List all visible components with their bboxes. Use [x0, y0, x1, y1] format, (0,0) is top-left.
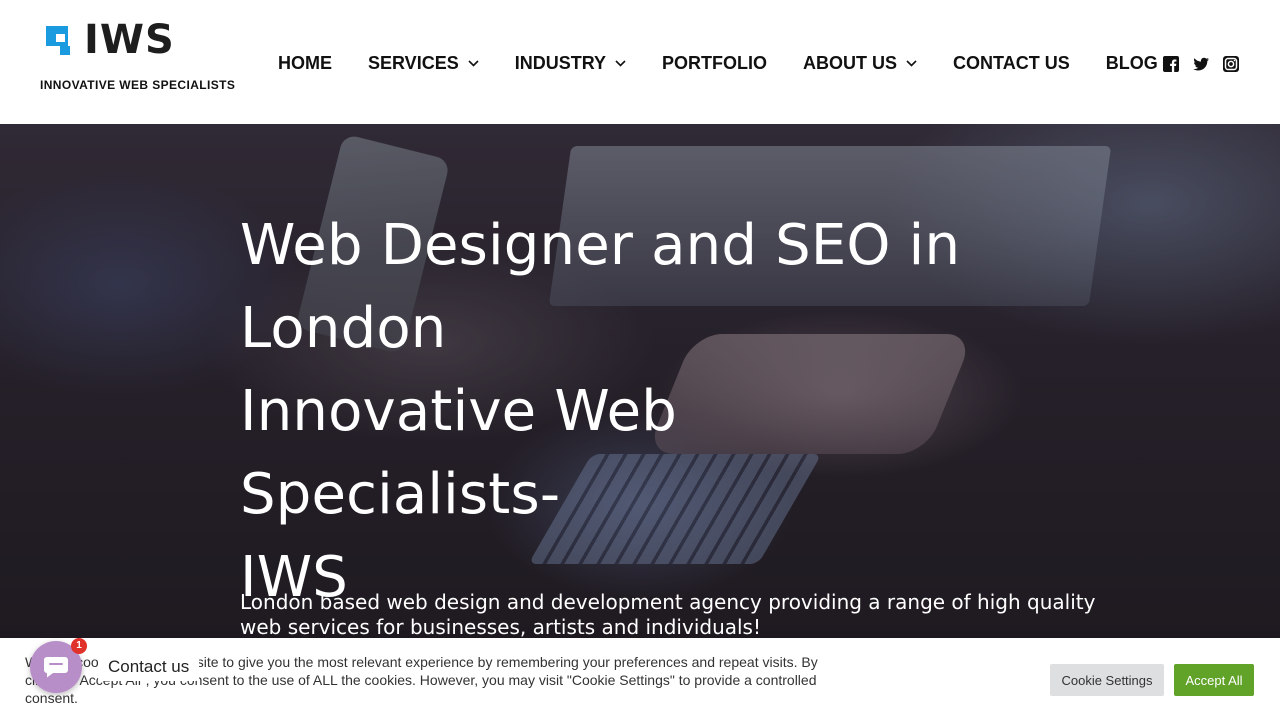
nav-item-label: HOME	[278, 52, 332, 73]
nav-item-label: ABOUT US	[803, 52, 898, 73]
contact-label[interactable]: Contact us	[98, 653, 200, 681]
main-nav: HOME SERVICES INDUSTRY PORTFOLIO ABOUT U…	[278, 50, 1194, 76]
nav-item-label: SERVICES	[368, 52, 459, 73]
cookie-settings-button[interactable]: Cookie Settings	[1050, 664, 1164, 696]
hero-title-line: London	[240, 296, 447, 361]
nav-item-label: INDUSTRY	[514, 52, 607, 73]
contact-widget[interactable]: 1 Contact us	[30, 638, 210, 697]
logo-tagline: INNOVATIVE WEB SPECIALISTS	[40, 78, 236, 92]
hero-section: Web Designer and SEO in London Innovativ…	[0, 124, 1280, 638]
logo-wordmark: IWS	[84, 17, 175, 63]
instagram-icon[interactable]	[1222, 55, 1240, 73]
nav-item-about-us[interactable]: ABOUT US	[803, 53, 917, 74]
nav-item-home[interactable]: HOME	[278, 53, 332, 74]
twitter-icon[interactable]	[1192, 55, 1210, 73]
accept-all-button[interactable]: Accept All	[1174, 664, 1254, 696]
chevron-down-icon	[468, 59, 479, 67]
hero-title-line: Web Designer and SEO in	[240, 213, 961, 278]
site-logo[interactable]: IWS INNOVATIVE WEB SPECIALISTS	[40, 18, 240, 94]
nav-item-label: PORTFOLIO	[662, 52, 768, 73]
chevron-down-icon	[906, 59, 917, 67]
hero-title-line: Innovative Web Specialists-	[240, 379, 678, 527]
facebook-icon[interactable]	[1162, 55, 1180, 73]
nav-item-label: CONTACT US	[953, 52, 1070, 73]
nav-item-contact-us[interactable]: CONTACT US	[953, 53, 1070, 74]
chat-icon	[44, 657, 68, 678]
nav-item-blog[interactable]: BLOG	[1106, 53, 1158, 74]
nav-item-portfolio[interactable]: PORTFOLIO	[662, 53, 767, 74]
nav-item-label: BLOG	[1105, 52, 1158, 73]
notification-badge: 1	[71, 638, 87, 654]
logo-mark-icon	[46, 26, 70, 55]
chevron-down-icon	[615, 59, 626, 67]
social-links	[1162, 55, 1240, 73]
nav-item-services[interactable]: SERVICES	[368, 53, 479, 74]
nav-item-industry[interactable]: INDUSTRY	[515, 53, 626, 74]
hero-title: Web Designer and SEO in London Innovativ…	[240, 204, 1000, 619]
hero-subtitle: London based web design and development …	[240, 590, 1096, 638]
site-header: IWS INNOVATIVE WEB SPECIALISTS HOME SERV…	[0, 0, 1280, 124]
